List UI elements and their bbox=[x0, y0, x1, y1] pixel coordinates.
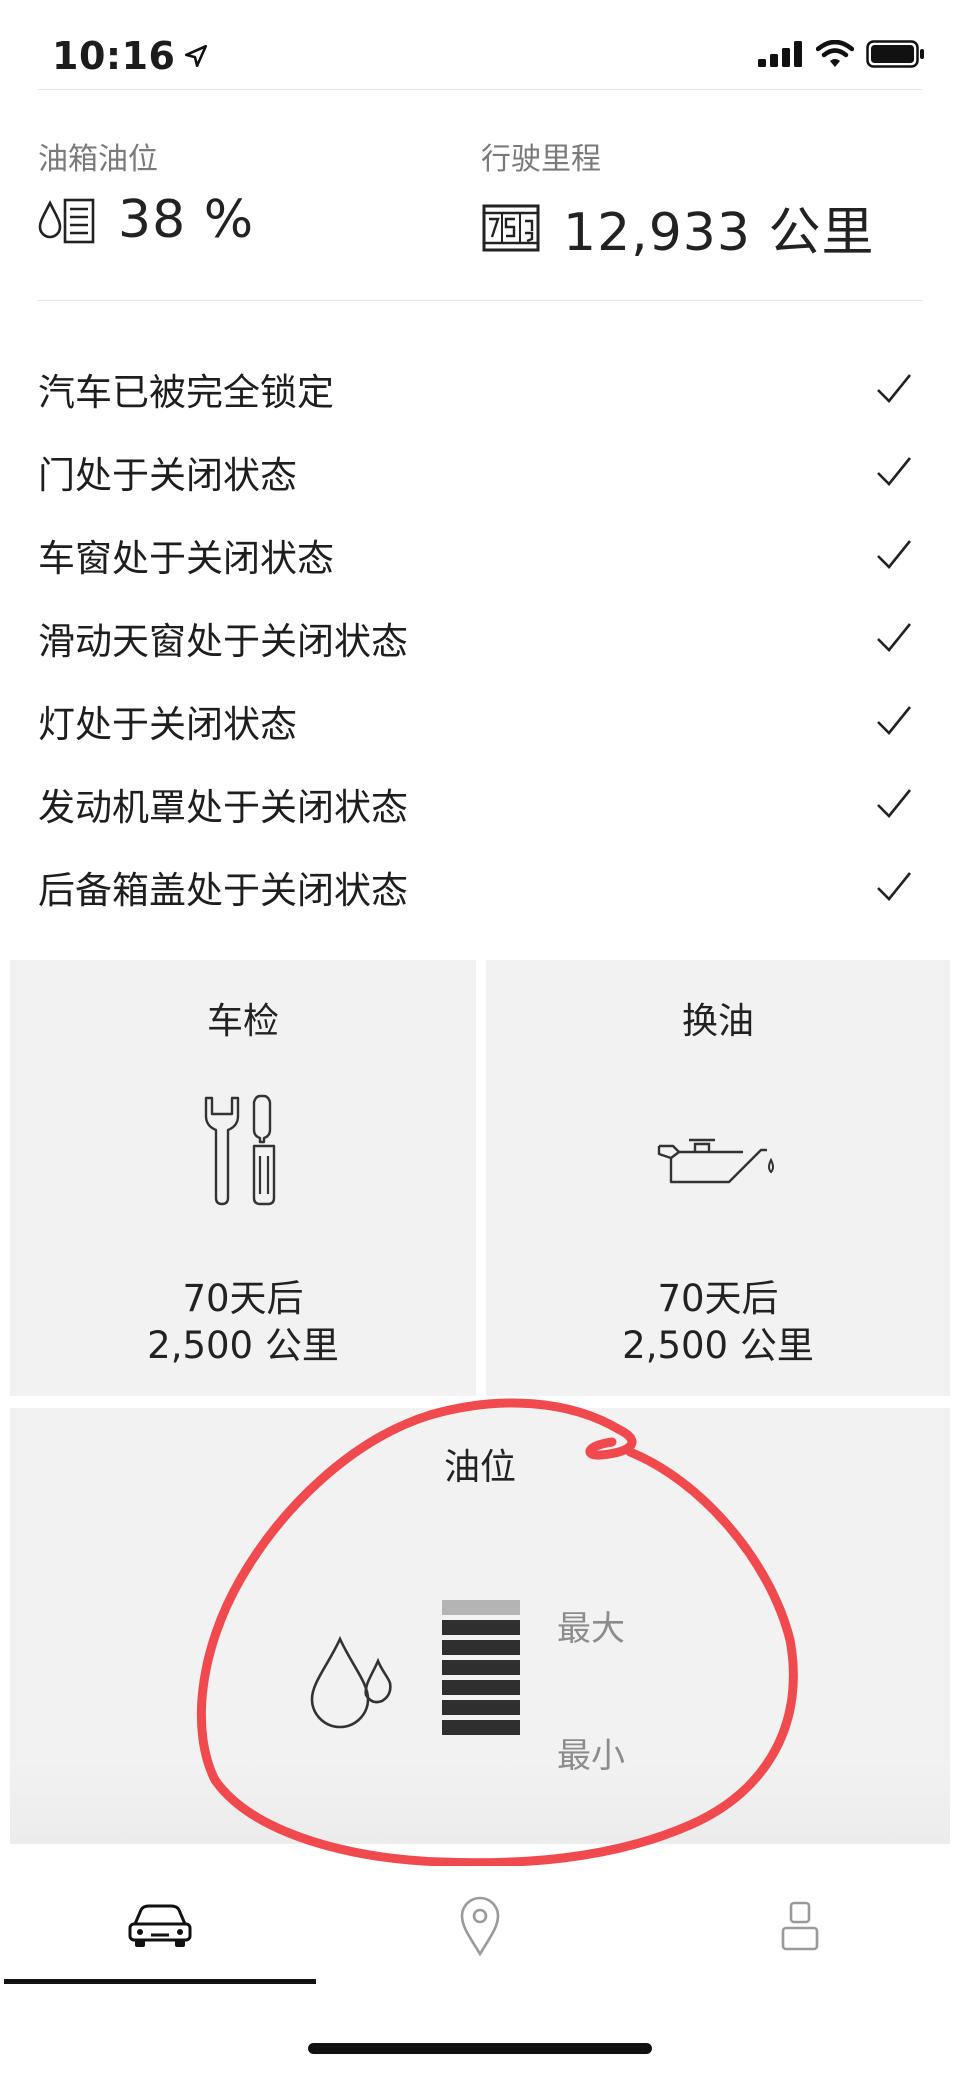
oil-level-tile[interactable]: 油位 最大 最小 bbox=[10, 1408, 950, 1844]
mileage-stat: 行驶里程 12,933 公里 bbox=[481, 140, 874, 265]
oil-drops-icon bbox=[310, 1635, 392, 1729]
check-item-hood: 发动机罩处于关闭状态 bbox=[38, 762, 922, 845]
fuel-gauge-icon bbox=[38, 198, 95, 244]
check-item-label: 车窗处于关闭状态 bbox=[38, 536, 334, 580]
checkmark-icon bbox=[877, 871, 912, 901]
battery-icon bbox=[866, 40, 924, 68]
oil-change-tile[interactable]: 换油 70天后 2,500 公里 bbox=[486, 960, 950, 1396]
oil-level-gauge bbox=[442, 1600, 522, 1740]
gauge-bar-empty bbox=[442, 1600, 520, 1615]
mileage-value: 12,933 公里 bbox=[563, 203, 875, 263]
check-item-lights: 灯处于关闭状态 bbox=[38, 679, 922, 762]
checkmark-icon bbox=[877, 373, 912, 403]
checkmark-icon bbox=[877, 456, 912, 486]
odometer-icon bbox=[482, 204, 540, 251]
home-indicator bbox=[308, 2043, 652, 2054]
car-icon bbox=[128, 1904, 192, 1947]
location-pin-icon bbox=[460, 1896, 500, 1956]
checkmark-icon bbox=[877, 788, 912, 818]
summary-divider bbox=[38, 300, 922, 301]
check-item-label: 滑动天窗处于关闭状态 bbox=[38, 619, 408, 663]
inspection-days: 70天后 bbox=[182, 1277, 304, 1320]
gauge-bar-filled bbox=[442, 1620, 520, 1635]
check-item-label: 灯处于关闭状态 bbox=[38, 702, 297, 746]
check-item-label: 门处于关闭状态 bbox=[38, 453, 297, 497]
active-tab-indicator bbox=[4, 1979, 316, 1984]
gauge-bar-filled bbox=[442, 1660, 520, 1675]
gauge-bar-filled bbox=[442, 1640, 520, 1655]
oil-change-distance: 2,500 公里 bbox=[622, 1324, 814, 1367]
mileage-label: 行驶里程 bbox=[481, 142, 601, 177]
oil-change-days: 70天后 bbox=[657, 1277, 779, 1320]
location-arrow-icon bbox=[185, 44, 208, 68]
oil-can-icon bbox=[657, 1138, 774, 1184]
tab-profile[interactable] bbox=[640, 1866, 960, 1986]
gauge-bar-filled bbox=[442, 1680, 520, 1695]
fuel-level-stat: 油箱油位 38 % bbox=[38, 140, 254, 250]
checkmark-icon bbox=[877, 622, 912, 652]
status-divider bbox=[38, 89, 922, 90]
check-item-locked: 汽车已被完全锁定 bbox=[38, 347, 922, 430]
wifi-icon bbox=[816, 40, 854, 67]
status-icons bbox=[758, 40, 926, 68]
check-item-trunk: 后备箱盖处于关闭状态 bbox=[38, 845, 922, 928]
check-item-doors: 门处于关闭状态 bbox=[38, 430, 922, 513]
status-time-text: 10:16 bbox=[52, 34, 176, 78]
cellular-signal-icon bbox=[758, 41, 802, 67]
check-item-windows: 车窗处于关闭状态 bbox=[38, 513, 922, 596]
status-bar: 10:16 bbox=[0, 0, 960, 95]
fuel-level-value: 38 % bbox=[118, 190, 255, 250]
gauge-max-label: 最大 bbox=[557, 1609, 625, 1649]
gauge-min-label: 最小 bbox=[557, 1736, 625, 1776]
oil-change-title: 换油 bbox=[681, 1001, 754, 1042]
status-time: 10:16 bbox=[52, 34, 209, 78]
gauge-bar-filled bbox=[442, 1700, 520, 1715]
tab-vehicle[interactable] bbox=[0, 1866, 320, 1986]
tools-icon bbox=[204, 1094, 276, 1206]
profile-icon bbox=[781, 1901, 819, 1951]
inspection-title: 车检 bbox=[206, 1001, 279, 1042]
gauge-bar-filled bbox=[442, 1720, 520, 1735]
check-item-label: 后备箱盖处于关闭状态 bbox=[38, 868, 408, 912]
status-checklist: 汽车已被完全锁定 门处于关闭状态 车窗处于关闭状态 滑动天窗处于关闭状态 灯处于… bbox=[38, 347, 922, 928]
tab-map[interactable] bbox=[320, 1866, 640, 1986]
check-item-label: 发动机罩处于关闭状态 bbox=[38, 785, 408, 829]
oil-level-title: 油位 bbox=[443, 1447, 516, 1488]
fuel-level-label: 油箱油位 bbox=[38, 142, 158, 177]
vehicle-summary: 油箱油位 38 % 行驶里程 12,933 公里 bbox=[38, 140, 922, 263]
check-item-sunroof: 滑动天窗处于关闭状态 bbox=[38, 596, 922, 679]
checkmark-icon bbox=[877, 539, 912, 569]
inspection-distance: 2,500 公里 bbox=[147, 1324, 339, 1367]
inspection-tile[interactable]: 车检 70天后 2,500 公里 bbox=[10, 960, 476, 1396]
check-item-label: 汽车已被完全锁定 bbox=[38, 370, 334, 414]
checkmark-icon bbox=[877, 705, 912, 735]
tab-bar bbox=[0, 1866, 960, 1986]
